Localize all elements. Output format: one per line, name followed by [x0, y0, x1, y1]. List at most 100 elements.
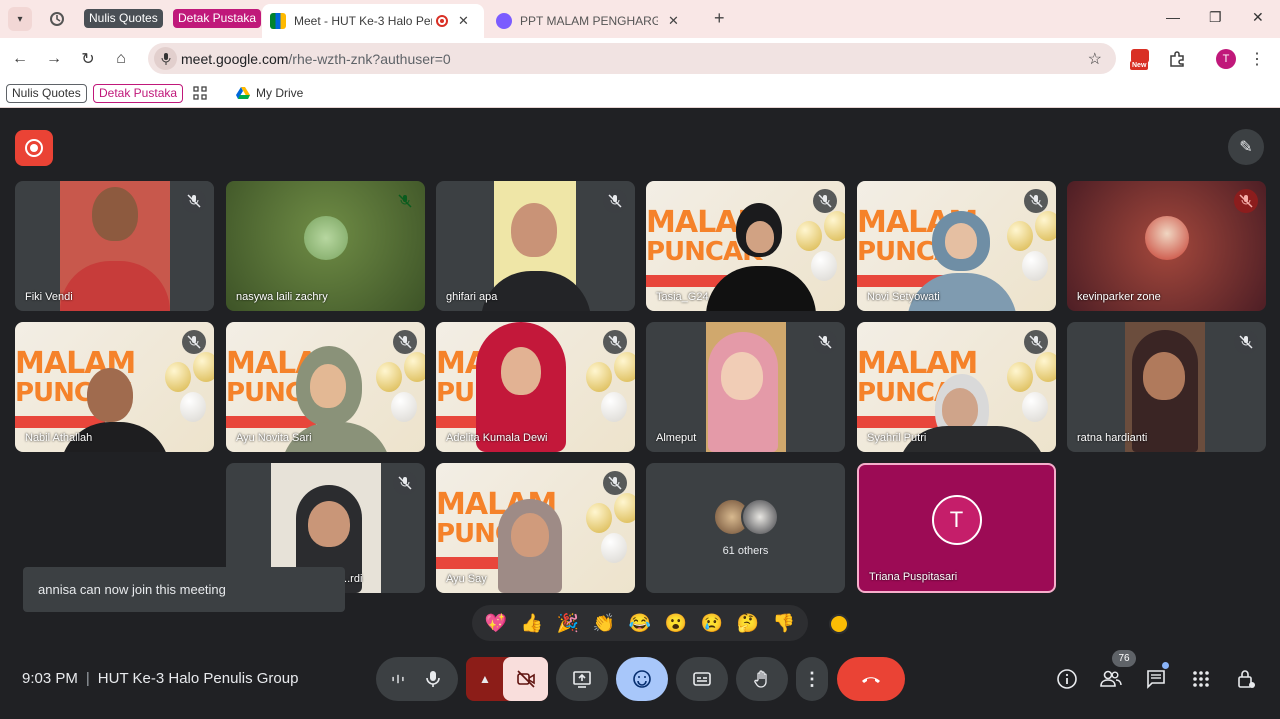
- tab-meet[interactable]: Meet - HUT Ke-3 Halo Penulis ✕: [262, 4, 484, 38]
- history-icon[interactable]: [46, 8, 68, 30]
- reaction-thumbs-up[interactable]: 👍: [521, 613, 543, 634]
- extension-badge: New: [1130, 61, 1149, 70]
- captions-button[interactable]: [676, 657, 728, 701]
- canva-favicon-icon: [496, 13, 512, 29]
- profile-avatar[interactable]: T: [1216, 49, 1236, 69]
- participant-name: Ayu Say: [446, 573, 487, 585]
- more-options-button[interactable]: ⋮: [796, 657, 828, 701]
- bookmark-detak-pustaka[interactable]: Detak Pustaka: [93, 84, 184, 103]
- reaction-heart[interactable]: 💖: [485, 613, 507, 634]
- participant-tile[interactable]: Fiki Vendi: [15, 181, 214, 311]
- reaction-thumbs-down[interactable]: 👎: [773, 613, 795, 634]
- participant-name: Syahril Putri: [867, 432, 927, 444]
- participant-tile[interactable]: ghifari apa: [436, 181, 635, 311]
- chat-notification-dot: [1162, 662, 1169, 669]
- mic-off-icon: [393, 330, 417, 354]
- activities-grid-icon[interactable]: [1189, 667, 1213, 691]
- tab-group-detak-pustaka[interactable]: Detak Pustaka: [173, 9, 262, 28]
- participant-name: Ayu Novita Sari: [236, 432, 312, 444]
- minimize-icon[interactable]: —: [1166, 9, 1180, 25]
- more-menu-icon[interactable]: ⋮: [1246, 48, 1268, 70]
- meeting-info: 9:03 PM | HUT Ke-3 Halo Penulis Group: [22, 670, 299, 687]
- people-icon[interactable]: [1099, 667, 1123, 691]
- close-tab-icon[interactable]: ✕: [668, 13, 679, 29]
- chevron-up-icon[interactable]: ▲: [479, 672, 491, 686]
- reload-icon[interactable]: ↻: [77, 48, 99, 70]
- camera-off-button[interactable]: [503, 657, 548, 701]
- reaction-clap[interactable]: 👏: [593, 613, 615, 634]
- participant-tile[interactable]: MALAM PUNCAK Ayu Say: [436, 463, 635, 593]
- participant-name: Tasia_G24: [656, 291, 709, 303]
- participant-name: ratna hardianti: [1077, 432, 1148, 444]
- url-host: meet.google.com: [181, 51, 289, 67]
- close-tab-icon[interactable]: ✕: [458, 13, 469, 29]
- reaction-party[interactable]: 🎉: [557, 613, 579, 634]
- raise-hand-button[interactable]: [736, 657, 788, 701]
- back-icon[interactable]: ←: [9, 48, 31, 70]
- participant-tile[interactable]: MALAM PUNCAK Ayu Novita Sari: [226, 322, 425, 452]
- close-window-icon[interactable]: ✕: [1252, 9, 1264, 26]
- url-path: /rhe-wzth-znk?authuser=0: [288, 51, 451, 67]
- leave-call-button[interactable]: [837, 657, 905, 701]
- new-tab-button[interactable]: +: [714, 8, 725, 29]
- avatar: [741, 498, 779, 536]
- mic-off-icon: [813, 189, 837, 213]
- bookmark-nulis-quotes[interactable]: Nulis Quotes: [6, 84, 87, 103]
- mic-off-icon: [182, 189, 206, 213]
- record-icon: [25, 139, 43, 157]
- bookmark-star-icon[interactable]: ☆: [1088, 49, 1102, 69]
- tab-group-nulis-quotes[interactable]: Nulis Quotes: [84, 9, 163, 28]
- participant-name: Almeput: [656, 432, 697, 444]
- present-screen-button[interactable]: [556, 657, 608, 701]
- others-tile[interactable]: 61 others: [646, 463, 845, 593]
- participant-tile[interactable]: kevinparker zone: [1067, 181, 1266, 311]
- notification-toast: annisa can now join this meeting: [23, 567, 345, 612]
- mic-off-icon: [393, 471, 417, 495]
- mic-off-icon: [1234, 330, 1258, 354]
- audio-level-icon: [392, 674, 404, 684]
- tab-ppt[interactable]: PPT MALAM PENGHARGAAN - ✕: [488, 4, 708, 38]
- tab-title: PPT MALAM PENGHARGAAN -: [520, 14, 658, 28]
- hang-up-icon: [862, 677, 880, 683]
- reaction-laugh[interactable]: 😂: [629, 613, 651, 634]
- microphone-icon: [426, 671, 440, 687]
- recording-button[interactable]: [15, 130, 53, 166]
- mic-off-icon: [603, 330, 627, 354]
- forward-icon[interactable]: →: [43, 48, 65, 70]
- extension-new-icon[interactable]: New: [1130, 49, 1153, 71]
- chat-icon[interactable]: [1144, 667, 1168, 691]
- home-icon[interactable]: ⌂: [110, 48, 132, 70]
- participant-tile[interactable]: MALAM PUNCAK Novi Setyowati: [857, 181, 1056, 311]
- extensions-puzzle-icon[interactable]: [1166, 48, 1188, 70]
- edit-pen-icon[interactable]: ✎: [1228, 129, 1264, 165]
- restore-icon[interactable]: ❐: [1209, 9, 1222, 26]
- url-text: meet.google.com/rhe-wzth-znk?authuser=0: [181, 51, 451, 67]
- participant-tile[interactable]: MALAM PUNCAK Nabil Athallah: [15, 322, 214, 452]
- skin-tone-button[interactable]: [829, 614, 849, 634]
- mic-off-icon: [1234, 189, 1258, 213]
- participant-tile[interactable]: ratna hardianti: [1067, 322, 1266, 452]
- address-bar[interactable]: meet.google.com/rhe-wzth-znk?authuser=0 …: [148, 43, 1116, 74]
- reactions-button[interactable]: [616, 657, 668, 701]
- participant-tile[interactable]: MALAM PUNCAK Syahril Putri: [857, 322, 1056, 452]
- reaction-sad[interactable]: 😢: [701, 613, 723, 634]
- reactions-bar: 💖 👍 🎉 👏 😂 😮 😢 🤔 👎: [472, 605, 808, 641]
- site-info-icon[interactable]: [154, 47, 177, 70]
- bookmarks-bar: Nulis Quotes Detak Pustaka My Drive: [0, 80, 1280, 108]
- apps-grid-icon[interactable]: [193, 86, 207, 103]
- present-icon: [573, 671, 591, 688]
- meeting-details-icon[interactable]: [1055, 667, 1079, 691]
- participant-tile[interactable]: MALAM PUNCAK Tasia_G24: [646, 181, 845, 311]
- tab-search-button[interactable]: ▾: [8, 7, 32, 31]
- reaction-surprised[interactable]: 😮: [665, 613, 687, 634]
- participant-tile[interactable]: Almeput: [646, 322, 845, 452]
- host-controls-lock-icon[interactable]: [1234, 667, 1258, 691]
- reaction-thinking[interactable]: 🤔: [737, 613, 759, 634]
- self-avatar: T: [931, 495, 982, 545]
- mic-control[interactable]: [376, 657, 458, 701]
- participant-tile[interactable]: nasywa laili zachry: [226, 181, 425, 311]
- self-tile[interactable]: T Triana Puspitasari: [857, 463, 1056, 593]
- bookmark-my-drive[interactable]: My Drive: [236, 86, 303, 100]
- participant-avatar: [1144, 216, 1189, 260]
- participant-tile[interactable]: MALAMPUNCAK Adelita Kumala Dewi: [436, 322, 635, 452]
